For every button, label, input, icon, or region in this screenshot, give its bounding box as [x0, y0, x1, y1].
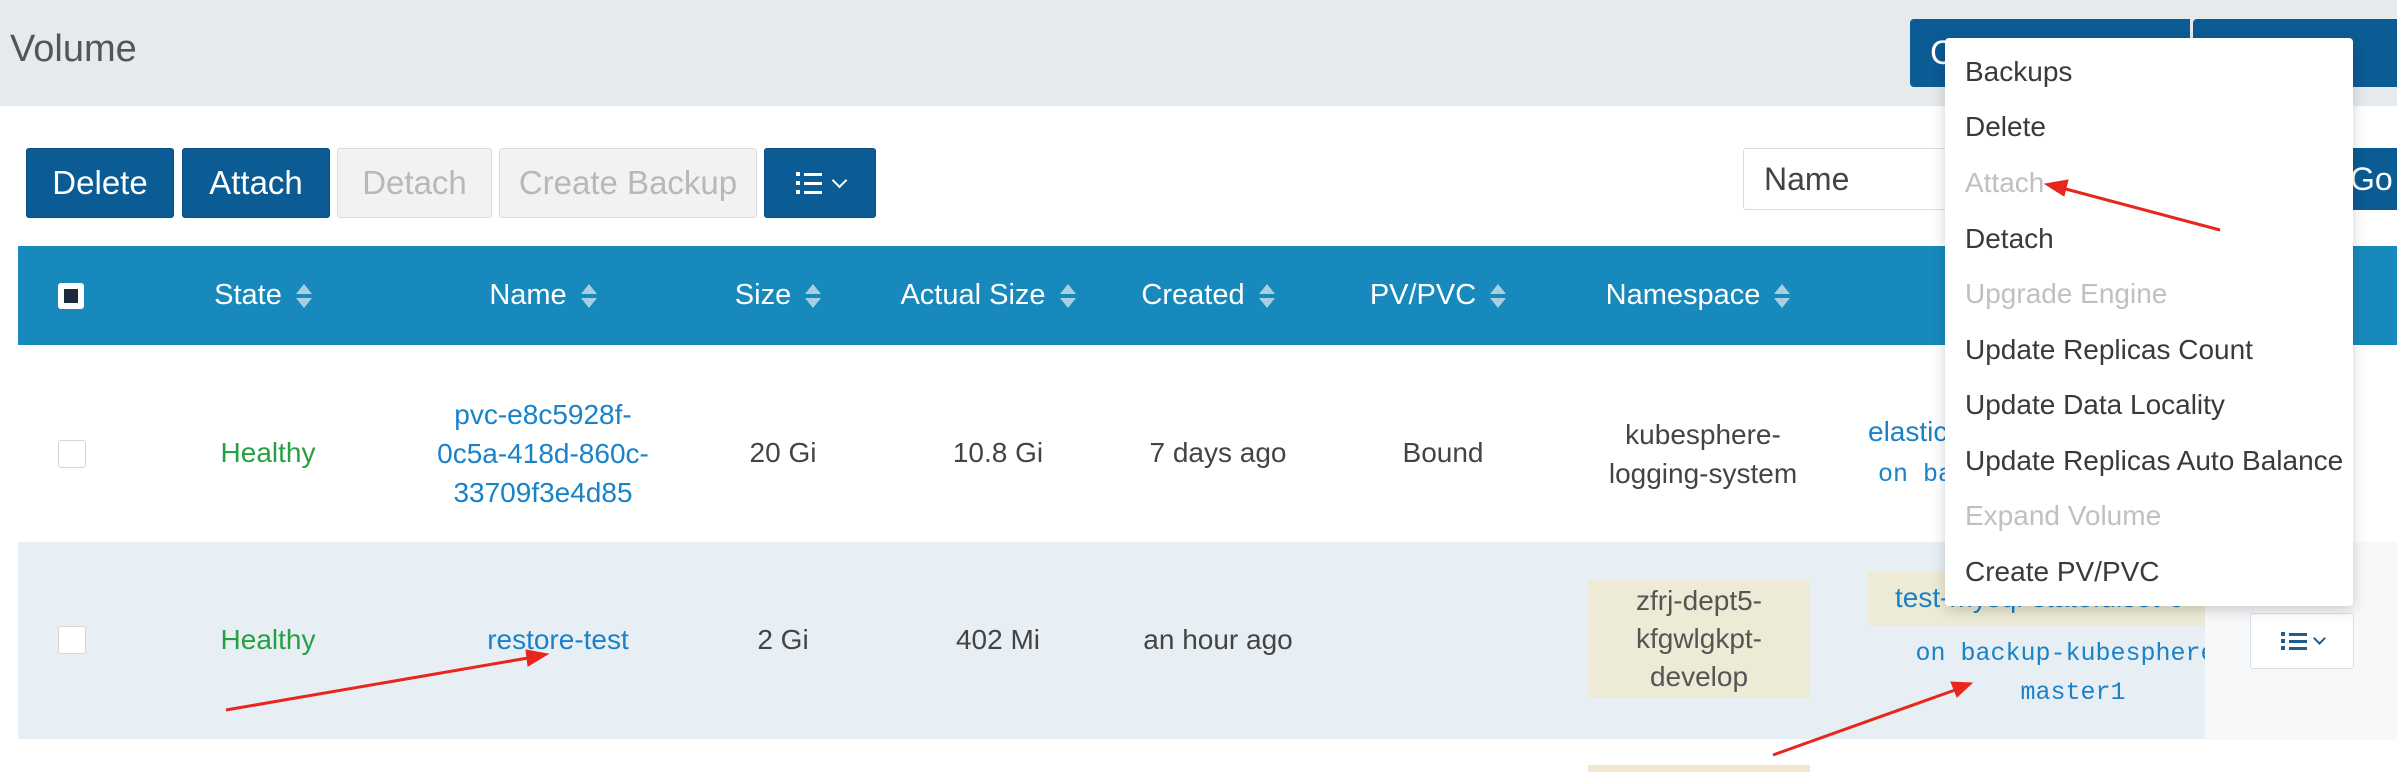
- table-row: [18, 740, 2397, 772]
- column-state[interactable]: State: [203, 246, 323, 345]
- select-all-checkbox[interactable]: [58, 283, 84, 309]
- sort-icon: [805, 283, 822, 308]
- page-title: Volume: [10, 28, 137, 70]
- state-value: Healthy: [220, 624, 316, 655]
- actual-size-value: 402 Mi: [955, 624, 1041, 655]
- attach-button[interactable]: Attach: [182, 148, 330, 218]
- search-field-select[interactable]: Name: [1743, 148, 1963, 210]
- menu-item-upgrade-engine[interactable]: Upgrade Engine: [1965, 278, 2167, 310]
- column-size[interactable]: Size: [718, 246, 838, 345]
- menu-item-update-replicas-auto-balance[interactable]: Update Replicas Auto Balance: [1965, 445, 2343, 477]
- namespace-tag: [1588, 765, 1810, 772]
- menu-item-detach[interactable]: Detach: [1965, 223, 2054, 255]
- menu-item-backups[interactable]: Backups: [1965, 56, 2072, 88]
- menu-item-update-replicas-count[interactable]: Update Replicas Count: [1965, 334, 2253, 366]
- created-value: an hour ago: [1143, 624, 1293, 655]
- menu-item-attach[interactable]: Attach: [1965, 167, 2044, 199]
- row-checkbox[interactable]: [58, 440, 86, 468]
- menu-item-delete[interactable]: Delete: [1965, 111, 2046, 143]
- sort-icon: [1774, 283, 1791, 308]
- row-actions-dropdown: Backups Delete Attach Detach Upgrade Eng…: [1945, 38, 2353, 606]
- row-actions-menu-button[interactable]: [2250, 613, 2354, 669]
- actual-size-value: 10.8 Gi: [952, 437, 1044, 468]
- sort-icon: [580, 283, 597, 308]
- size-value: 20 Gi: [749, 437, 817, 468]
- column-created[interactable]: Created: [1118, 246, 1298, 345]
- column-pv-pvc[interactable]: PV/PVC: [1348, 246, 1528, 345]
- pv-pvc-value: Bound: [1402, 437, 1484, 468]
- menu-item-update-data-locality[interactable]: Update Data Locality: [1965, 389, 2225, 421]
- row-checkbox[interactable]: [58, 626, 86, 654]
- sort-icon: [295, 283, 312, 308]
- column-name[interactable]: Name: [468, 246, 618, 345]
- create-backup-button[interactable]: Create Backup: [499, 148, 757, 218]
- volume-name-link[interactable]: restore-test: [458, 620, 658, 659]
- sort-icon: [1258, 283, 1275, 308]
- bulk-actions-menu-button[interactable]: [764, 148, 876, 218]
- column-namespace[interactable]: Namespace: [1588, 246, 1808, 345]
- menu-item-expand-volume[interactable]: Expand Volume: [1965, 500, 2161, 532]
- attached-node: on ba: [1878, 460, 1954, 489]
- delete-button[interactable]: Delete: [26, 148, 174, 218]
- chevron-down-icon: [2312, 631, 2326, 645]
- attached-workload-link[interactable]: elastic: [1868, 412, 1947, 451]
- column-actual-size[interactable]: Actual Size: [883, 246, 1093, 345]
- sort-icon: [1490, 283, 1507, 308]
- namespace-value: kubesphere- logging-system: [1608, 419, 1798, 489]
- namespace-tag: zfrj-dept5- kfgwlgkpt- develop: [1588, 580, 1810, 698]
- volume-name-link[interactable]: pvc-e8c5928f- 0c5a-418d-860c- 33709f3e4d…: [418, 395, 668, 512]
- list-icon: [796, 172, 822, 194]
- created-value: 7 days ago: [1149, 437, 1287, 468]
- chevron-down-icon: [831, 172, 847, 188]
- size-value: 2 Gi: [757, 624, 809, 655]
- attached-node: on backup-kubesphere- master1: [1915, 639, 2231, 707]
- detach-button[interactable]: Detach: [337, 148, 492, 218]
- state-value: Healthy: [220, 437, 316, 468]
- page: Volume Create Volume Volume Delete Attac…: [0, 0, 2397, 772]
- list-icon: [2281, 632, 2307, 650]
- sort-icon: [1059, 283, 1076, 308]
- menu-item-create-pv-pvc[interactable]: Create PV/PVC: [1965, 556, 2160, 588]
